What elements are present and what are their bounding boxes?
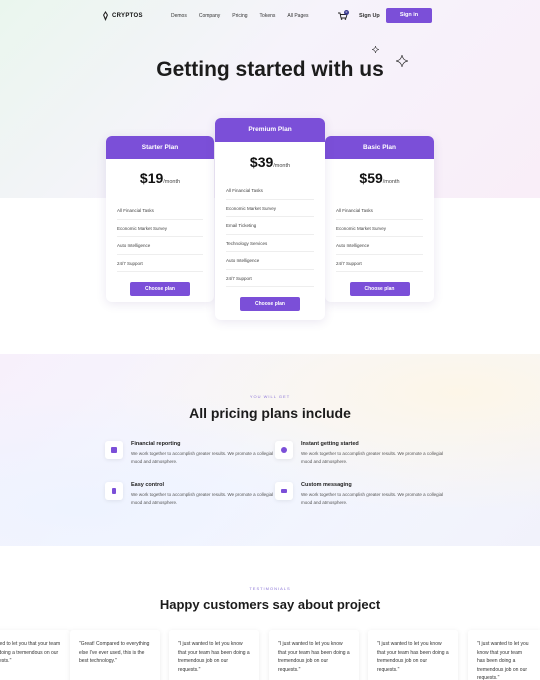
plan-feature: 24/7 Support (226, 270, 314, 287)
plan-name: Premium Plan (215, 118, 325, 142)
sparkle-large-icon (396, 55, 408, 67)
plan-feature: All Financial Tasks (226, 182, 314, 200)
plan-feature: Economic Market Survey (226, 200, 314, 217)
plan-name: Basic Plan (325, 136, 434, 159)
plan-feature: Technology Services (226, 235, 314, 252)
pie-icon (275, 441, 293, 459)
nav-link-company[interactable]: Company (199, 13, 220, 19)
plan-price-row: $19/month (106, 159, 214, 202)
plan-card-starter: Starter Plan $19/month All Financial Tas… (106, 136, 214, 302)
plan-feature: All Financial Tasks (117, 202, 203, 220)
testimonial-quote: "I just wanted to let you know that your… (178, 641, 250, 673)
top-nav: CRYPTOS Demos Company Pricing Tokens All… (0, 0, 540, 32)
logo-text: CRYPTOS (112, 13, 143, 19)
plan-feature: Economic Market Survey (336, 220, 423, 237)
testimonial-quote: "I just wanted to let you know that your… (377, 641, 449, 673)
feature-description: We work together to accomplish greater r… (131, 492, 274, 505)
feature-instant-getting-started: Instant getting started We work together… (275, 441, 445, 471)
testimonials-eyebrow: TESTIMONIALS (249, 586, 291, 591)
plan-feature: Auto Intelligence (336, 237, 423, 255)
testimonial-card: "I just wanted to let you know that your… (269, 630, 359, 680)
sign-in-button[interactable]: Sign in (386, 8, 432, 23)
feature-easy-control: Easy control We work together to accompl… (105, 482, 275, 512)
plan-feature: 24/7 Support (336, 255, 423, 272)
sign-up-link[interactable]: Sign Up (359, 13, 380, 19)
testimonials-title: Happy customers say about project (159, 597, 381, 612)
plan-price: $39 (249, 154, 274, 170)
testimonial-card: "Great! Compared to everything else I've… (70, 630, 160, 680)
includes-title: All pricing plans include (189, 405, 351, 421)
plan-feature: All Financial Tasks (336, 202, 423, 220)
testimonial-card: "I just wanted to let you know that your… (468, 630, 540, 680)
testimonial-card: "I just wanted to let you know that your… (368, 630, 458, 680)
feature-description: We work together to accomplish greater r… (301, 492, 444, 505)
includes-eyebrow: YOU WILL GET (249, 394, 291, 399)
plan-period: /month (163, 179, 181, 185)
nav-links: Demos Company Pricing Tokens All Pages (171, 13, 321, 19)
phone-icon (105, 482, 123, 500)
plan-name: Starter Plan (106, 136, 214, 159)
testimonial-card: wanted to let you that your team has doi… (0, 630, 70, 680)
feature-title: Custom messaging (301, 482, 352, 488)
choose-plan-button-starter[interactable]: Choose plan (130, 282, 190, 296)
plan-card-premium: Premium Plan $39/month All Financial Tas… (215, 118, 325, 320)
mail-icon (275, 482, 293, 500)
plan-card-basic: Basic Plan $59/month All Financial Tasks… (325, 136, 434, 302)
logo[interactable]: CRYPTOS (102, 11, 143, 21)
page-title: Getting started with us (156, 58, 384, 81)
plan-price-row: $39/month (215, 142, 325, 182)
nav-link-pricing[interactable]: Pricing (232, 13, 247, 19)
logo-icon (103, 11, 108, 21)
plan-period: /month (273, 163, 291, 169)
sparkle-small-icon (372, 46, 379, 53)
testimonial-quote: wanted to let you that your team has doi… (0, 641, 61, 664)
cart-badge: 0 (344, 10, 349, 15)
feature-title: Easy control (131, 482, 165, 488)
plan-period: /month (382, 179, 400, 185)
plan-feature: Economic Market Survey (117, 220, 203, 237)
testimonial-quote: "Great! Compared to everything else I've… (79, 641, 150, 664)
feature-title: Instant getting started (301, 441, 359, 447)
plan-feature: Auto Intelligence (226, 252, 314, 270)
plan-price: $59 (359, 170, 383, 186)
choose-plan-button-basic[interactable]: Choose plan (349, 282, 410, 296)
choose-plan-button-premium[interactable]: Choose plan (240, 297, 300, 311)
feature-description: We work together to accomplish greater r… (301, 451, 444, 464)
testimonial-quote: "I just wanted to let you know that your… (278, 641, 350, 673)
nav-link-tokens[interactable]: Tokens (260, 13, 276, 19)
report-icon (105, 441, 123, 459)
testimonial-quote: "I just wanted to let you know that your… (477, 641, 529, 680)
plan-feature: Email Ticketing (226, 217, 314, 235)
testimonial-card: "I just wanted to let you know that your… (169, 630, 259, 680)
nav-link-demos[interactable]: Demos (171, 13, 187, 19)
plan-feature: 24/7 Support (117, 255, 203, 272)
nav-link-all-pages[interactable]: All Pages (287, 13, 308, 19)
feature-custom-messaging: Custom messaging We work together to acc… (275, 482, 445, 512)
feature-title: Financial reporting (131, 441, 181, 447)
feature-financial-reporting: Financial reporting We work together to … (105, 441, 275, 471)
plan-feature: Auto Intelligence (117, 237, 203, 255)
feature-description: We work together to accomplish greater r… (131, 451, 274, 464)
plan-price-row: $59/month (325, 159, 434, 202)
plan-price: $19 (139, 170, 164, 186)
